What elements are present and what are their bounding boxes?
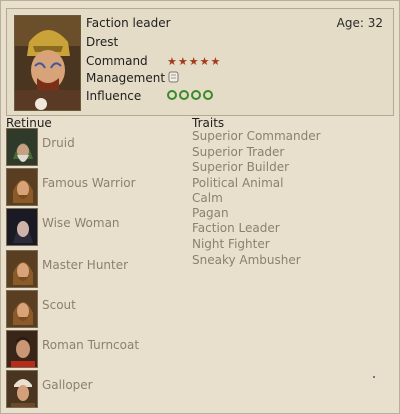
trait-item[interactable]: Calm [192, 191, 223, 205]
retinue-item-label: Roman Turncoat [42, 338, 140, 352]
trait-item[interactable]: Superior Trader [192, 145, 284, 159]
management-label: Management [86, 71, 166, 85]
retinue-item-label: Scout [42, 298, 76, 312]
wise-woman-portrait [6, 208, 38, 246]
trait-item[interactable]: Faction Leader [192, 221, 280, 235]
traits-heading: Traits [192, 116, 225, 130]
trait-item[interactable]: Political Animal [192, 176, 283, 190]
retinue-item-label: Druid [42, 136, 75, 150]
influence-ring-icon [191, 90, 201, 100]
roman-turncoat-portrait [6, 330, 38, 368]
master-hunter-portrait [6, 250, 38, 288]
retinue-item-roman-turncoat[interactable]: Roman Turncoat [6, 330, 186, 368]
retinue-item-master-hunter[interactable]: Master Hunter [6, 250, 186, 288]
influence-ring-icon [167, 90, 177, 100]
trait-item[interactable]: Superior Commander [192, 129, 321, 143]
retinue-item-label: Wise Woman [42, 216, 120, 230]
famous-warrior-portrait [6, 168, 38, 206]
command-label: Command [86, 54, 148, 68]
scout-portrait [6, 290, 38, 328]
character-age: Age: 32 [336, 16, 383, 30]
character-header: Faction leader Drest Command ★★★★★ Manag… [6, 8, 394, 116]
influence-ring-icon [179, 90, 189, 100]
character-panel: Faction leader Drest Command ★★★★★ Manag… [0, 0, 400, 414]
retinue-item-galloper[interactable]: Galloper [6, 370, 186, 408]
retinue-item-label: Galloper [42, 378, 93, 392]
retinue-item-label: Famous Warrior [42, 176, 136, 190]
decorative-dot [373, 376, 375, 378]
galloper-portrait [6, 370, 38, 408]
influence-rings [167, 90, 213, 100]
trait-item[interactable]: Superior Builder [192, 160, 289, 174]
character-name: Drest [86, 35, 119, 49]
scroll-icon [168, 71, 179, 83]
retinue-item-druid[interactable]: Druid [6, 128, 186, 166]
druid-portrait [6, 128, 38, 166]
retinue-item-label: Master Hunter [42, 258, 129, 272]
retinue-item-scout[interactable]: Scout [6, 290, 186, 328]
faction-role: Faction leader [86, 16, 171, 30]
trait-item[interactable]: Pagan [192, 206, 229, 220]
character-portrait[interactable] [14, 15, 81, 111]
retinue-item-wise-woman[interactable]: Wise Woman [6, 208, 186, 246]
trait-item[interactable]: Sneaky Ambusher [192, 253, 301, 267]
influence-label: Influence [86, 89, 142, 103]
retinue-item-famous-warrior[interactable]: Famous Warrior [6, 168, 186, 206]
command-stars: ★★★★★ [167, 55, 222, 68]
influence-ring-icon [203, 90, 213, 100]
trait-item[interactable]: Night Fighter [192, 237, 270, 251]
character-portrait-image [15, 16, 80, 110]
